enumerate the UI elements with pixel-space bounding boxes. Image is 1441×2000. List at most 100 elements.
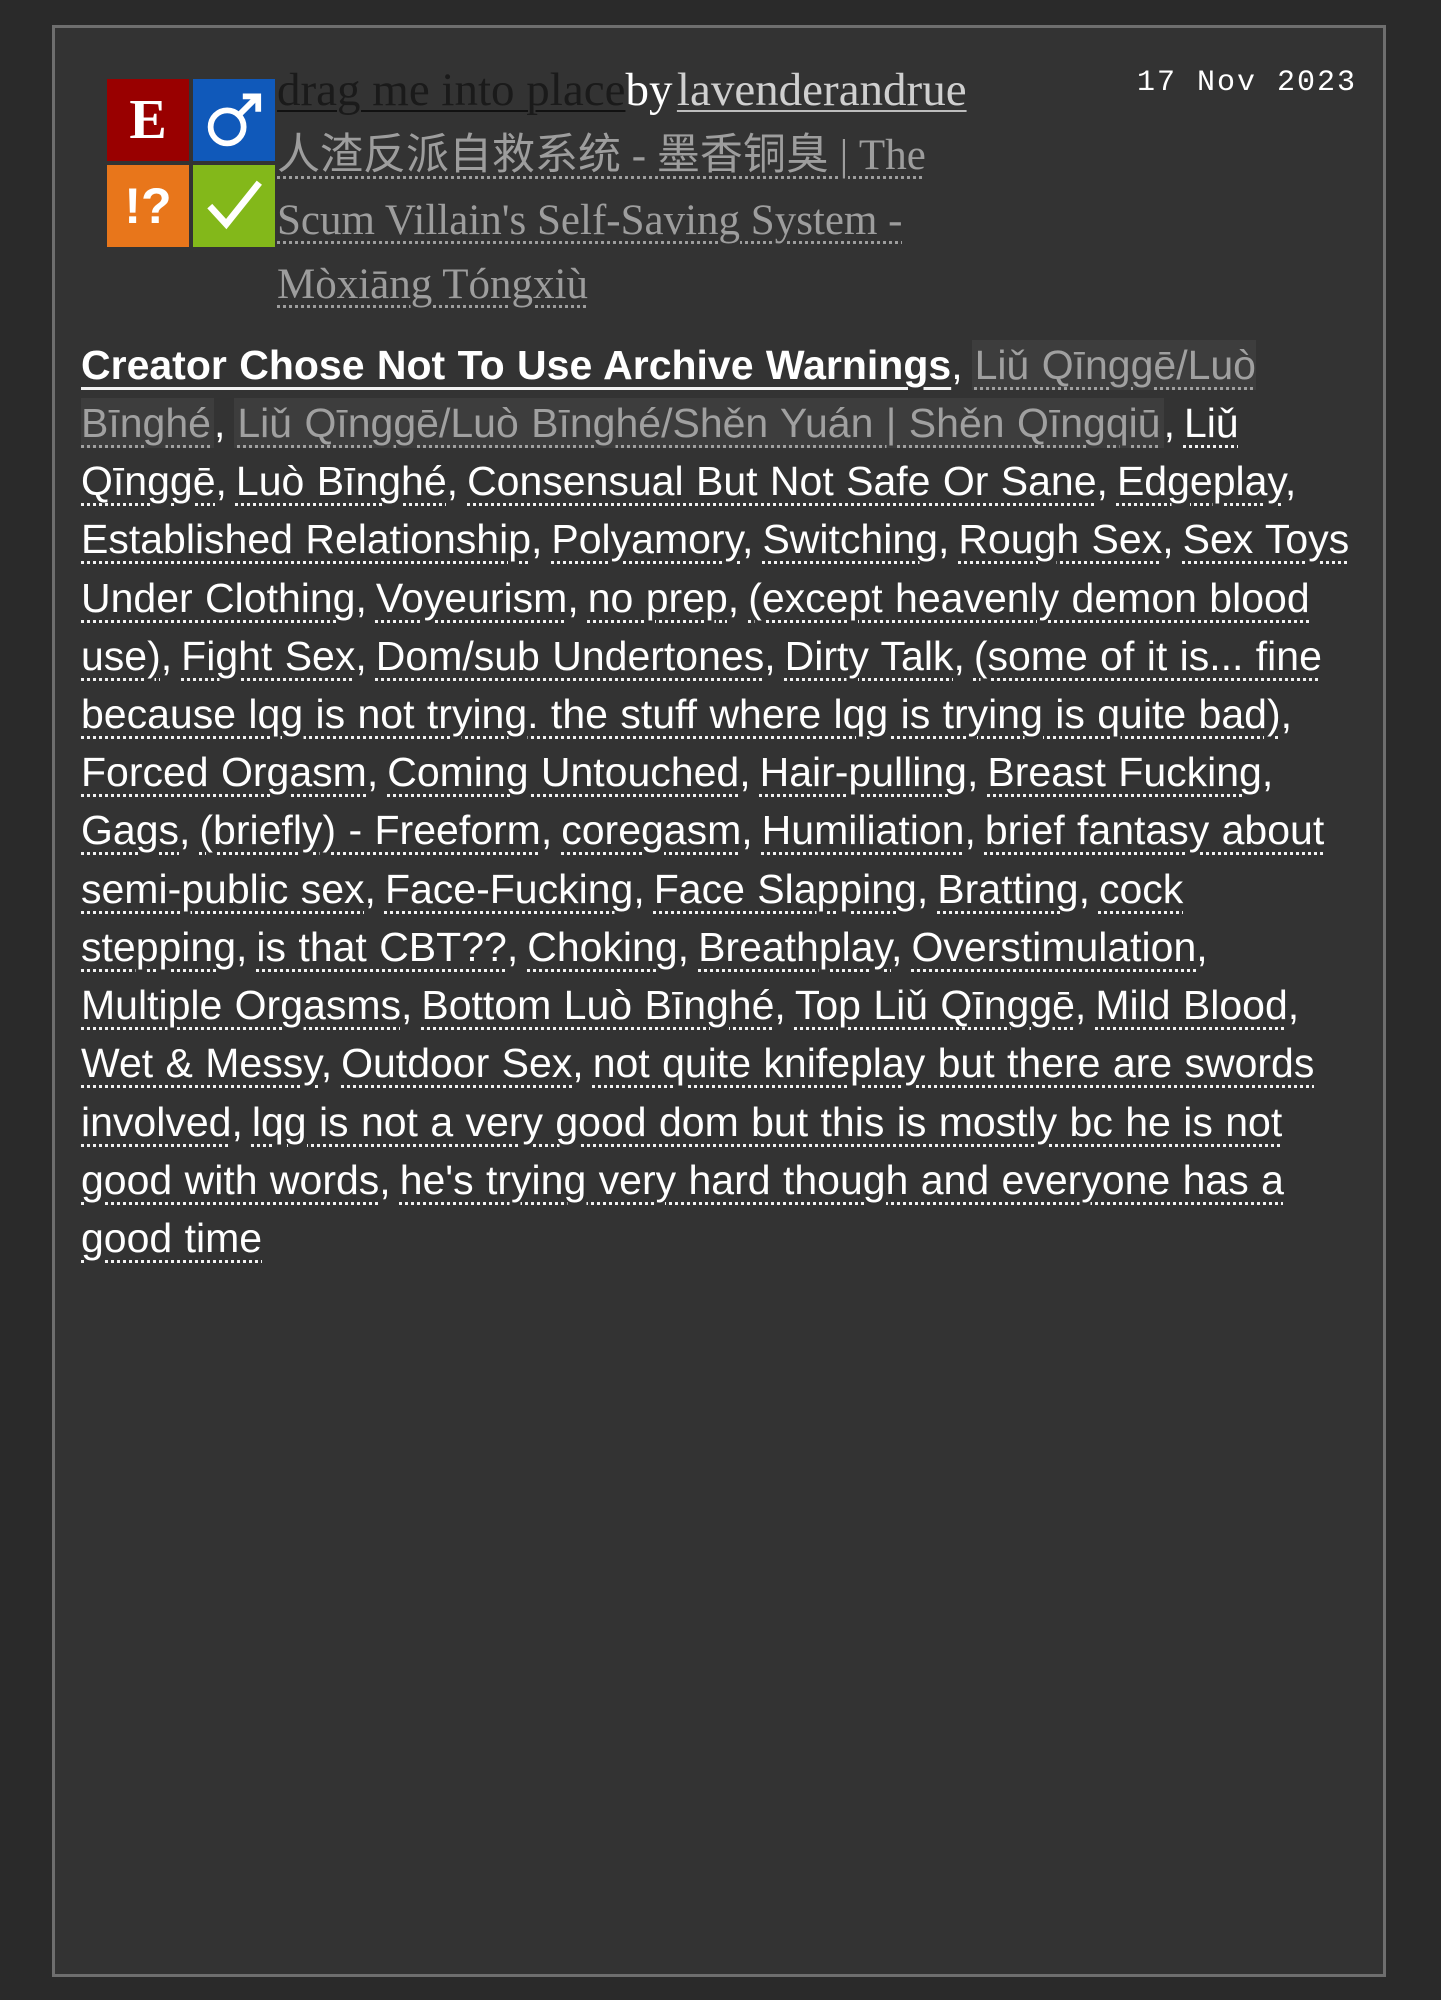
category-male-male-icon[interactable] <box>193 79 275 161</box>
tag-separator: , <box>572 1040 584 1087</box>
tag-space <box>751 743 760 801</box>
tag-space <box>1292 685 1301 743</box>
tag-freeform[interactable]: Fight Sex <box>181 633 355 679</box>
tag-space <box>332 1034 341 1092</box>
tag-separator: , <box>739 749 751 796</box>
tag-separator: , <box>1096 458 1108 505</box>
tag-freeform[interactable]: Overstimulation <box>911 924 1196 970</box>
tag-freeform[interactable]: Switching <box>762 516 937 562</box>
tag-freeform[interactable]: Outdoor Sex <box>341 1040 572 1086</box>
tag-space <box>776 627 785 685</box>
tag-separator: , <box>677 923 690 970</box>
tag-space <box>949 510 958 568</box>
tag-space <box>1108 452 1117 510</box>
tag-freeform[interactable]: no prep <box>588 575 728 621</box>
tag-freeform[interactable]: Multiple Orgasms <box>81 982 401 1028</box>
tag-freeform[interactable]: Face Slapping <box>654 866 917 912</box>
tag-space <box>965 627 974 685</box>
by-word: by <box>625 64 673 116</box>
tag-separator: , <box>231 1098 243 1145</box>
tag-space <box>786 976 795 1034</box>
fandom-list: 人渣反派自救系统 - 墨香铜臭 | The Scum Villain's Sel… <box>277 124 1357 318</box>
tag-freeform[interactable]: (briefly) - Freeform <box>199 807 540 853</box>
tag-space <box>376 860 385 918</box>
tag-separator: , <box>764 632 776 679</box>
tag-separator: , <box>160 632 173 679</box>
tag-separator: , <box>364 865 376 912</box>
tag-separator: , <box>1287 982 1300 1029</box>
tag-separator: , <box>964 807 976 854</box>
tag-space <box>928 860 937 918</box>
tag-separator: , <box>774 982 786 1029</box>
tag-freeform[interactable]: Voyeurism <box>376 575 567 621</box>
tag-freeform[interactable]: Top Liǔ Qīnggē <box>795 982 1075 1028</box>
tag-freeform[interactable]: Bottom Luò Bīnghé <box>421 982 774 1028</box>
required-tags-group: E !? <box>107 79 275 247</box>
work-blurb: E !? 17 Nov 2023 drag me into placeby la… <box>52 25 1386 1977</box>
tag-freeform[interactable]: Wet & Messy <box>81 1040 321 1086</box>
author-link[interactable]: lavenderandrue <box>677 64 967 116</box>
tag-freeform[interactable]: Dirty Talk <box>785 633 954 679</box>
tag-freeform[interactable]: Hair-pulling <box>760 749 967 795</box>
tag-freeform[interactable]: Choking <box>527 924 677 970</box>
tag-space <box>1273 743 1282 801</box>
tag-freeform[interactable]: Consensual But Not Safe Or Sane <box>467 458 1096 504</box>
tag-space <box>739 569 748 627</box>
work-title-link[interactable]: drag me into place <box>277 64 625 116</box>
tag-freeform[interactable]: is that CBT?? <box>256 924 506 970</box>
tag-space <box>458 452 467 510</box>
tag-separator: , <box>633 865 645 912</box>
tag-space <box>753 801 762 859</box>
tag-freeform[interactable]: Gags <box>81 807 179 853</box>
tag-space <box>1086 976 1095 1034</box>
tag-separator: , <box>320 1040 333 1087</box>
tag-separator: , <box>355 574 367 621</box>
tag-separator: , <box>966 749 979 796</box>
complete-check-icon[interactable] <box>193 165 275 247</box>
tag-space <box>367 627 376 685</box>
tag-relationship[interactable]: Liǔ Qīnggē/Luò Bīnghé/Shěn Yuán | Shěn Q… <box>234 397 1164 448</box>
tag-warning[interactable]: Creator Chose Not To Use Archive Warning… <box>81 342 951 388</box>
tag-separator: , <box>567 574 579 621</box>
rating-explicit-icon[interactable]: E <box>107 79 189 161</box>
tag-separator: , <box>1284 458 1297 505</box>
tag-freeform[interactable]: Mild Blood <box>1095 982 1287 1028</box>
tag-space <box>579 569 588 627</box>
tag-separator: , <box>742 516 754 563</box>
tag-freeform[interactable]: Rough Sex <box>958 516 1162 562</box>
tag-freeform[interactable]: Breathplay <box>698 924 891 970</box>
tag-freeform[interactable]: Dom/sub Undertones <box>376 633 764 679</box>
tag-space <box>1208 918 1217 976</box>
tag-separator: , <box>951 341 963 388</box>
tag-separator: , <box>446 458 459 505</box>
tag-separator: , <box>1261 749 1274 796</box>
tag-separator: , <box>1074 982 1087 1029</box>
tag-freeform[interactable]: Established Relationship <box>81 516 531 562</box>
tag-separator: , <box>355 632 367 679</box>
tag-space <box>689 918 698 976</box>
tag-freeform[interactable]: Edgeplay <box>1117 458 1285 504</box>
tag-separator: , <box>1196 923 1208 970</box>
tag-separator: , <box>400 982 413 1029</box>
tag-space <box>1174 510 1183 568</box>
tag-freeform[interactable]: Humiliation <box>762 807 965 853</box>
tag-freeform[interactable]: Face-Fucking <box>385 866 633 912</box>
tag-separator: , <box>213 399 226 446</box>
tag-space <box>584 1034 593 1092</box>
tag-freeform[interactable]: Breast Fucking <box>987 749 1261 795</box>
tag-separator: , <box>891 923 903 970</box>
tag-freeform[interactable]: Coming Untouched <box>387 749 739 795</box>
tag-space <box>227 452 236 510</box>
tag-separator: , <box>953 632 965 679</box>
tag-freeform[interactable]: coregasm <box>561 807 741 853</box>
warning-choosenotto-icon[interactable]: !? <box>107 165 189 247</box>
tag-freeform[interactable]: Bratting <box>937 866 1078 912</box>
tag-freeform[interactable]: Forced Orgasm <box>81 749 367 795</box>
tag-separator: , <box>531 516 543 563</box>
tag-freeform[interactable]: Polyamory <box>551 516 742 562</box>
tag-separator: , <box>916 865 929 912</box>
fandom-link[interactable]: 人渣反派自救系统 - 墨香铜臭 | The Scum Villain's Sel… <box>277 132 926 308</box>
tag-space <box>1296 452 1305 510</box>
tag-separator: , <box>937 516 950 563</box>
tag-character[interactable]: Luò Bīnghé <box>236 458 447 504</box>
